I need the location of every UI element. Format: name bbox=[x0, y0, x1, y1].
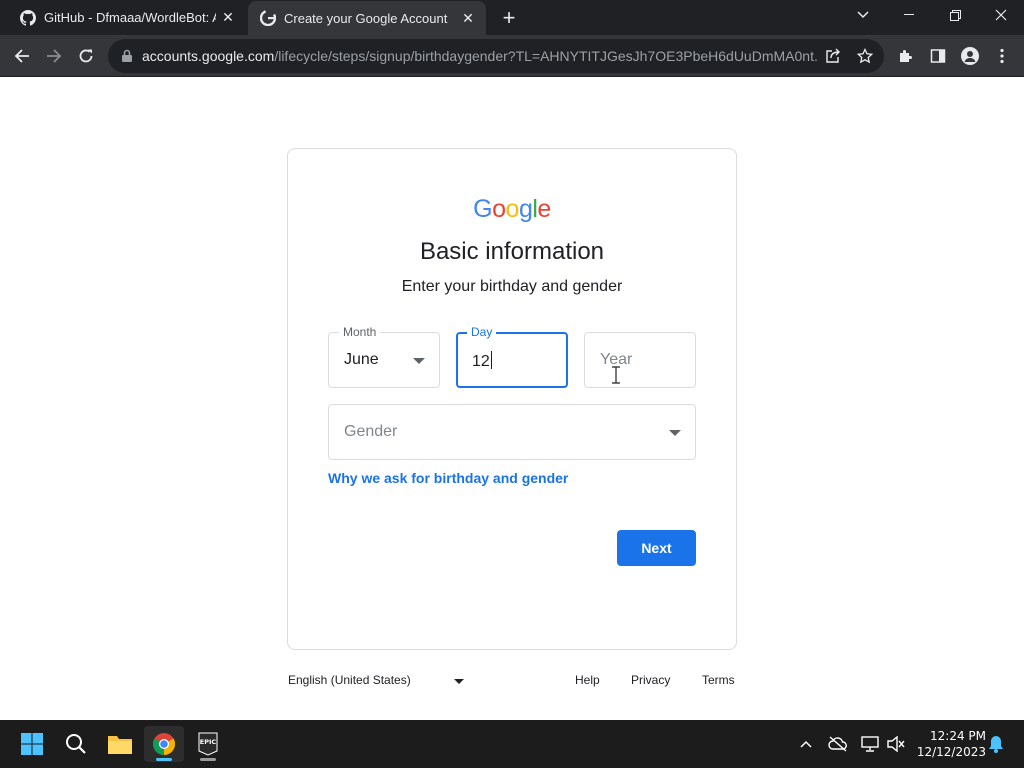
share-button[interactable] bbox=[824, 47, 842, 65]
side-panel-button[interactable] bbox=[928, 46, 948, 66]
year-input[interactable]: Year bbox=[584, 332, 696, 388]
dropdown-arrow-icon bbox=[413, 358, 425, 364]
minimize-button[interactable] bbox=[886, 0, 932, 30]
lock-icon[interactable] bbox=[120, 49, 134, 63]
next-button[interactable]: Next bbox=[617, 530, 696, 566]
star-icon bbox=[857, 48, 873, 64]
forward-button[interactable] bbox=[40, 42, 68, 70]
logo-letter: e bbox=[537, 195, 551, 223]
show-hidden-icons-button[interactable] bbox=[796, 734, 816, 754]
gender-select[interactable]: Gender bbox=[328, 404, 696, 460]
svg-text:EPIC: EPIC bbox=[200, 738, 217, 746]
clock-time: 12:24 PM bbox=[930, 729, 986, 743]
url-path: /lifecycle/steps/signup/birthdaygender?T… bbox=[274, 48, 818, 64]
arrow-left-icon bbox=[14, 49, 29, 63]
restore-button[interactable] bbox=[932, 0, 978, 30]
epic-games-button[interactable]: EPIC bbox=[188, 726, 228, 762]
close-icon bbox=[995, 9, 1007, 21]
chevron-down-icon bbox=[857, 11, 869, 19]
text-cursor-icon bbox=[612, 366, 620, 384]
github-icon bbox=[20, 9, 36, 26]
onedrive-button[interactable] bbox=[828, 734, 848, 754]
search-icon bbox=[66, 734, 86, 754]
reload-icon bbox=[79, 49, 93, 63]
close-icon[interactable]: ✕ bbox=[456, 6, 480, 30]
arrow-right-icon bbox=[47, 49, 62, 63]
tab-title: GitHub - Dfmaaa/WordleBot: A bbox=[44, 10, 216, 25]
epic-games-icon: EPIC bbox=[198, 732, 218, 756]
day-input[interactable]: Day 12 bbox=[456, 325, 568, 388]
network-icon bbox=[861, 736, 879, 752]
google-icon bbox=[260, 10, 276, 26]
menu-button[interactable] bbox=[992, 46, 1012, 66]
start-button[interactable] bbox=[12, 726, 52, 762]
search-button[interactable] bbox=[56, 726, 96, 762]
browser-toolbar: accounts.google.com/lifecycle/steps/sign… bbox=[0, 35, 1024, 77]
dropdown-arrow-icon[interactable] bbox=[454, 679, 464, 684]
active-indicator bbox=[156, 758, 172, 761]
network-button[interactable] bbox=[860, 734, 880, 754]
chevron-up-icon bbox=[800, 740, 812, 748]
month-label: Month bbox=[339, 325, 381, 339]
volume-muted-icon bbox=[887, 736, 905, 752]
gender-placeholder: Gender bbox=[344, 423, 398, 440]
day-label: Day bbox=[467, 325, 497, 339]
extensions-button[interactable] bbox=[896, 46, 916, 66]
google-logo: Google bbox=[288, 195, 736, 224]
file-explorer-button[interactable] bbox=[100, 726, 140, 762]
system-clock[interactable]: 12:24 PM 12/12/2023 bbox=[906, 728, 986, 760]
browser-tab-strip: GitHub - Dfmaaa/WordleBot: A ✕ Create yo… bbox=[0, 0, 1024, 35]
restore-icon bbox=[949, 9, 961, 21]
windows-icon bbox=[21, 733, 43, 755]
bell-icon bbox=[989, 736, 1003, 753]
why-birthday-gender-link[interactable]: Why we ask for birthday and gender bbox=[328, 470, 568, 486]
notifications-button[interactable] bbox=[986, 734, 1006, 754]
bookmark-button[interactable] bbox=[856, 47, 874, 65]
help-link[interactable]: Help bbox=[575, 673, 600, 687]
close-icon[interactable]: ✕ bbox=[216, 6, 240, 30]
side-panel-icon bbox=[930, 49, 946, 63]
puzzle-icon bbox=[900, 50, 912, 62]
text-caret bbox=[490, 351, 492, 369]
more-vert-icon bbox=[1000, 48, 1004, 64]
running-indicator bbox=[200, 758, 216, 761]
volume-button[interactable] bbox=[886, 734, 906, 754]
share-icon bbox=[826, 48, 840, 63]
chrome-icon bbox=[153, 733, 175, 755]
profile-button[interactable] bbox=[960, 46, 980, 66]
logo-letter: g bbox=[518, 195, 533, 223]
new-tab-button[interactable]: + bbox=[496, 5, 522, 31]
tab-title: Create your Google Account bbox=[284, 10, 448, 26]
dropdown-arrow-icon bbox=[669, 430, 681, 436]
page-subtitle: Enter your birthday and gender bbox=[401, 278, 623, 295]
tab-google-account[interactable]: Create your Google Account ✕ bbox=[248, 1, 486, 35]
language-select[interactable]: English (United States) bbox=[288, 673, 411, 687]
month-select[interactable]: Month June bbox=[328, 325, 440, 388]
tab-github[interactable]: GitHub - Dfmaaa/WordleBot: A ✕ bbox=[8, 0, 246, 35]
url-text[interactable]: accounts.google.com/lifecycle/steps/sign… bbox=[142, 48, 818, 64]
logo-letter: G bbox=[473, 195, 493, 223]
logo-letter: o bbox=[492, 195, 506, 223]
day-value: 12 bbox=[472, 353, 490, 370]
folder-icon bbox=[108, 736, 132, 754]
url-host: accounts.google.com bbox=[142, 48, 275, 64]
logo-letter: o bbox=[505, 195, 520, 223]
privacy-link[interactable]: Privacy bbox=[631, 673, 670, 687]
address-bar[interactable]: accounts.google.com/lifecycle/steps/sign… bbox=[108, 39, 884, 73]
clock-date: 12/12/2023 bbox=[916, 745, 986, 759]
reload-button[interactable] bbox=[72, 42, 100, 70]
signup-card: Google Basic information Enter your birt… bbox=[287, 148, 737, 650]
page-title: Basic information bbox=[419, 238, 605, 265]
close-window-button[interactable] bbox=[978, 0, 1024, 30]
cloud-off-icon bbox=[828, 736, 847, 752]
tab-search-button[interactable] bbox=[840, 0, 886, 30]
chrome-taskbar-button[interactable] bbox=[144, 726, 184, 762]
day-value-wrap: 12 bbox=[472, 351, 492, 371]
taskbar: EPIC 12:24 PM 12/12/2023 bbox=[0, 720, 1024, 768]
avatar-icon bbox=[961, 47, 979, 65]
month-value: June bbox=[344, 351, 379, 368]
minimize-icon bbox=[904, 14, 914, 15]
terms-link[interactable]: Terms bbox=[702, 673, 735, 687]
back-button[interactable] bbox=[8, 42, 36, 70]
